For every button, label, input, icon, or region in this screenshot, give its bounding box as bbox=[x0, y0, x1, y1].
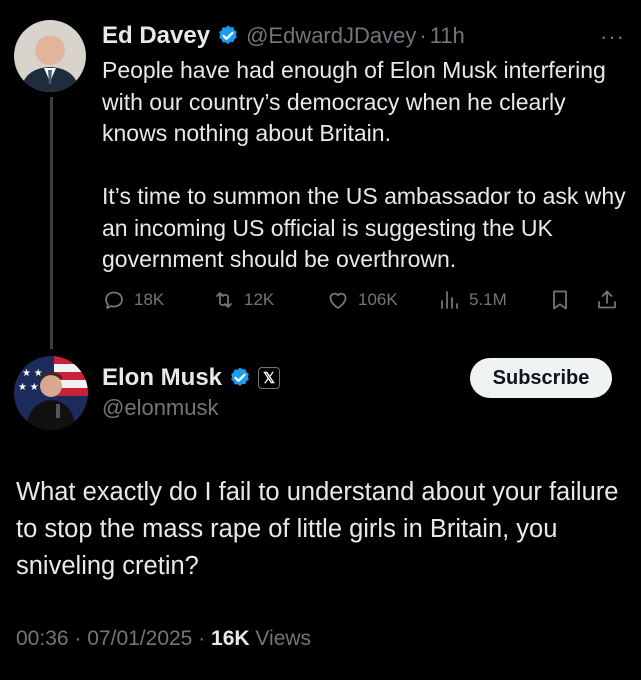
bookmark-icon bbox=[553, 290, 567, 310]
avatar-ed-davey[interactable] bbox=[14, 20, 86, 92]
reply-time[interactable]: 00:36 bbox=[16, 627, 69, 650]
parent-display-name[interactable]: Ed Davey bbox=[102, 22, 210, 50]
like-count: 106K bbox=[358, 290, 398, 309]
views-icon bbox=[441, 291, 458, 309]
header-separator: · bbox=[419, 23, 427, 48]
avatar-elon-musk[interactable]: ★ ★ ★ ★ bbox=[14, 356, 88, 430]
views-button[interactable]: 5.1M bbox=[437, 285, 507, 315]
parent-header: Ed Davey @EdwardJDavey · 11h bbox=[102, 20, 465, 52]
reply-tweet-text: What exactly do I fail to understand abo… bbox=[16, 478, 619, 580]
reply-header: Elon Musk 𝕏 bbox=[102, 362, 281, 394]
verified-badge-icon bbox=[231, 367, 249, 386]
views-count: 5.1M bbox=[469, 290, 507, 309]
verified-badge-icon bbox=[219, 25, 237, 44]
meta-separator-1: · bbox=[74, 627, 82, 650]
elon-musk-avatar-image: ★ ★ ★ ★ bbox=[14, 356, 88, 430]
thread-connector-line bbox=[50, 97, 53, 349]
ed-davey-avatar-image bbox=[14, 20, 86, 92]
parent-paragraph-2: It’s time to summon the US ambassador to… bbox=[102, 183, 626, 272]
like-icon bbox=[329, 292, 347, 309]
repost-count: 12K bbox=[244, 290, 275, 309]
share-icon bbox=[598, 290, 616, 309]
reply-handle[interactable]: @elonmusk bbox=[102, 395, 219, 421]
reply-button[interactable]: 18K bbox=[102, 285, 164, 315]
share-button[interactable] bbox=[595, 285, 627, 315]
bookmark-button[interactable] bbox=[548, 285, 580, 315]
svg-text:★ ★: ★ ★ bbox=[18, 382, 39, 393]
subscribe-button[interactable]: Subscribe bbox=[470, 358, 612, 398]
parent-tweet-text: People have had enough of Elon Musk inte… bbox=[102, 55, 627, 276]
parent-time[interactable]: 11h bbox=[430, 23, 465, 49]
parent-action-bar: 18K 12K 106K 5.1M bbox=[102, 285, 622, 315]
reply-views-count: 16K bbox=[211, 627, 250, 650]
svg-text:★ ★: ★ ★ bbox=[22, 368, 43, 379]
reply-views-label: Views bbox=[255, 627, 312, 650]
x-logo-icon: 𝕏 bbox=[258, 367, 281, 389]
repost-icon bbox=[216, 292, 232, 308]
reply-metadata: 00:36 · 07/01/2025 · 16K Views bbox=[16, 627, 311, 651]
repost-button[interactable]: 12K bbox=[212, 285, 274, 315]
reply-icon bbox=[105, 291, 123, 309]
like-button[interactable]: 106K bbox=[326, 285, 398, 315]
reply-date[interactable]: 07/01/2025 bbox=[87, 627, 192, 650]
meta-separator-2: · bbox=[198, 627, 206, 650]
parent-handle[interactable]: @EdwardJDavey bbox=[246, 23, 416, 49]
parent-paragraph-1: People have had enough of Elon Musk inte… bbox=[102, 57, 606, 146]
more-options-button[interactable]: ··· bbox=[600, 24, 625, 50]
reply-count: 18K bbox=[134, 290, 165, 309]
reply-display-name[interactable]: Elon Musk bbox=[102, 364, 222, 392]
